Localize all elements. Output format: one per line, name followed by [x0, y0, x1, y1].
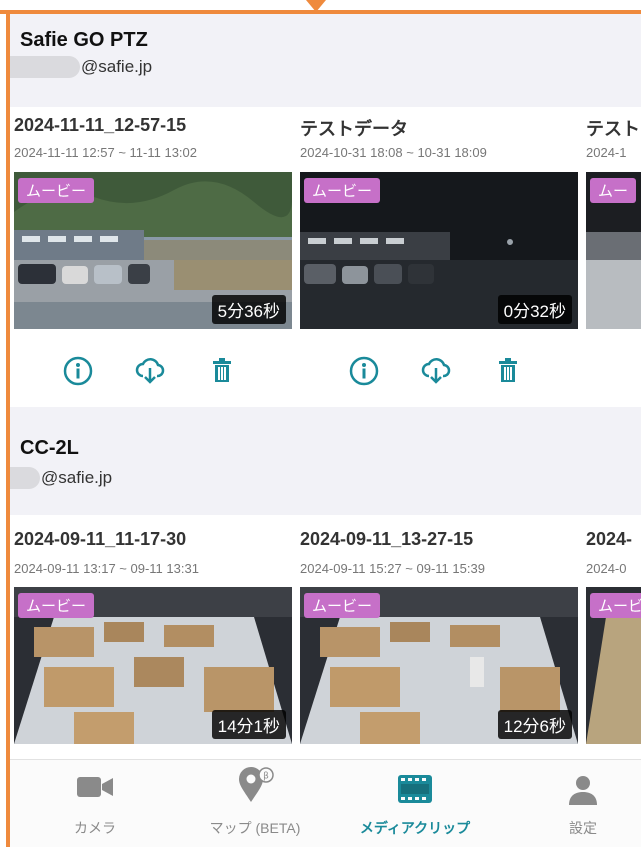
clip-duration: 14分1秒 — [211, 710, 286, 739]
clip-title: テストデータ — [300, 119, 408, 139]
clip-title: 2024-11-11_12-57-15 — [14, 115, 187, 135]
clip-card[interactable]: テストデータ 2024-10-31 18:08 ~ 10-31 18:09 ムー… — [296, 107, 578, 407]
tab-map[interactable]: β マップ (BETA) — [180, 760, 330, 847]
camera-email: @safie.jp — [10, 465, 112, 491]
camera-email: @safie.jp — [10, 54, 152, 80]
clip-thumbnail[interactable]: ムービー 14分1秒 — [14, 587, 292, 744]
clip-time-range: 2024-09-11 15:27 ~ 09-11 15:39 — [300, 561, 485, 576]
movie-badge: ムービー — [18, 593, 95, 618]
tab-label: カメラ — [74, 820, 116, 836]
camera-name: Safie GO PTZ — [20, 29, 148, 51]
camera-header: CC-2L @safie.jp — [10, 407, 641, 515]
clip-card[interactable]: 2024-11-11_12-57-15 2024-11-11 12:57 ~ 1… — [10, 107, 292, 407]
clip-duration: 0分32秒 — [497, 295, 572, 324]
clip-thumbnail[interactable]: ムー — [586, 172, 641, 329]
clip-duration: 5分36秒 — [211, 295, 286, 324]
clip-time-range: 2024-1 — [586, 145, 627, 160]
clips-row: 2024-11-11_12-57-15 2024-11-11 12:57 ~ 1… — [10, 107, 641, 407]
camera-name: CC-2L — [20, 437, 79, 459]
movie-badge: ムービー — [304, 593, 381, 618]
film-icon — [398, 775, 432, 803]
tab-media-clip[interactable]: メディアクリップ — [340, 760, 490, 847]
video-camera-icon — [77, 777, 113, 797]
tab-bar: カメラ β マップ (BETA) メディアクリップ 設定 — [10, 759, 641, 847]
email-redaction — [10, 467, 40, 489]
info-icon[interactable] — [348, 355, 380, 387]
email-domain: @safie.jp — [41, 468, 113, 487]
email-domain: @safie.jp — [81, 57, 153, 76]
map-pin-icon: β — [239, 767, 274, 802]
clip-title: テスト — [586, 119, 640, 139]
clip-duration: 12分6秒 — [497, 710, 572, 739]
clip-time-range: 2024-10-31 18:08 ~ 10-31 18:09 — [300, 145, 487, 160]
tab-label: マップ (BETA) — [209, 820, 301, 836]
clip-thumbnail[interactable]: ムービ — [586, 587, 641, 744]
tab-settings[interactable]: 設定 — [508, 760, 641, 847]
movie-badge: ムービー — [304, 178, 381, 203]
clip-title: 2024-09-11_13-27-15 — [300, 529, 474, 549]
info-icon[interactable] — [62, 355, 94, 387]
clip-card[interactable]: テスト 2024-1 ムー — [582, 107, 641, 407]
clip-thumbnail[interactable]: ムービー 12分6秒 — [300, 587, 578, 744]
clip-thumbnail[interactable]: ムービー 5分36秒 — [14, 172, 292, 329]
clip-time-range: 2024-09-11 13:17 ~ 09-11 13:31 — [14, 561, 199, 576]
movie-badge: ムー — [590, 178, 637, 203]
trash-icon[interactable] — [492, 355, 524, 387]
user-icon — [569, 776, 597, 805]
cloud-download-icon[interactable] — [420, 355, 452, 387]
clip-actions — [10, 339, 290, 399]
clip-title: 2024- — [586, 529, 633, 549]
trash-icon[interactable] — [206, 355, 238, 387]
email-redaction — [10, 56, 80, 78]
clip-time-range: 2024-11-11 12:57 ~ 11-11 13:02 — [14, 145, 197, 160]
clip-title: 2024-09-11_11-17-30 — [14, 529, 187, 549]
cloud-download-icon[interactable] — [134, 355, 166, 387]
clip-actions — [296, 339, 576, 399]
movie-badge: ムービー — [18, 178, 95, 203]
svg-text:β: β — [263, 772, 269, 782]
media-clip-screen: Safie GO PTZ @safie.jp 2024-11-11_12-57-… — [10, 14, 641, 847]
camera-header: Safie GO PTZ @safie.jp — [10, 14, 641, 107]
tab-label: 設定 — [569, 820, 597, 836]
movie-badge: ムービ — [590, 593, 641, 618]
clip-time-range: 2024-0 — [586, 561, 627, 576]
tab-camera[interactable]: カメラ — [20, 760, 170, 847]
clip-thumbnail[interactable]: ムービー 0分32秒 — [300, 172, 578, 329]
tab-label: メディアクリップ — [359, 820, 471, 836]
